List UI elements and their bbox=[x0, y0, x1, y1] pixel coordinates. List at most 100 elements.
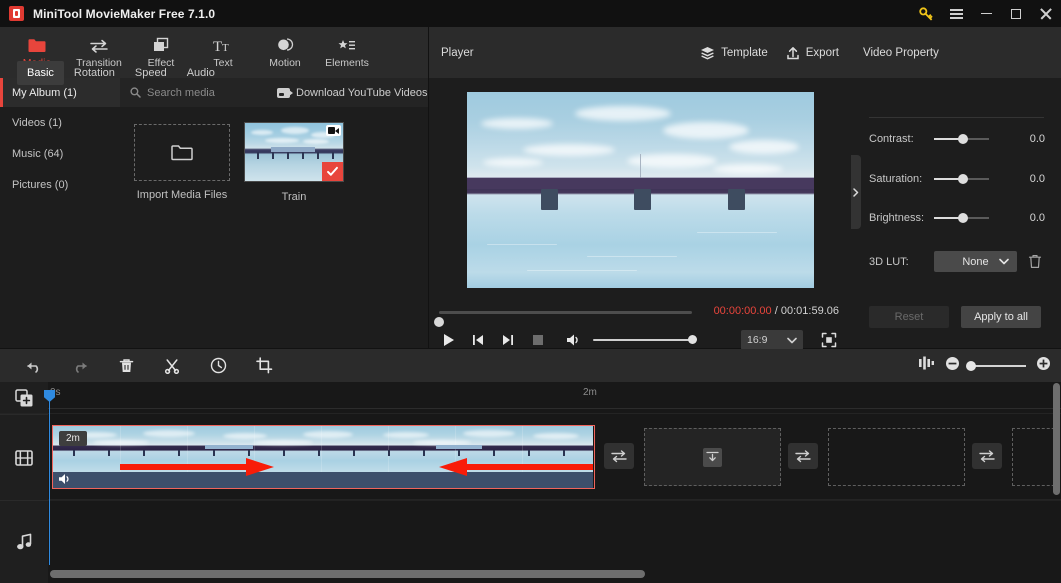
video-property-buttons: Reset Apply to all bbox=[869, 306, 1041, 328]
speed-button[interactable] bbox=[196, 349, 240, 382]
trash-icon bbox=[119, 358, 133, 372]
download-youtube-label: Download YouTube Videos bbox=[296, 86, 428, 99]
timeline-vertical-scrollbar[interactable] bbox=[1053, 383, 1060, 495]
zoom-slider-knob[interactable] bbox=[966, 360, 976, 371]
volume-button[interactable] bbox=[561, 329, 587, 351]
search-input[interactable]: Search media bbox=[130, 87, 215, 99]
svg-text:T: T bbox=[222, 42, 229, 53]
undo-arrow-icon bbox=[27, 362, 39, 373]
volume-knob[interactable] bbox=[688, 335, 697, 345]
progress-knob[interactable] bbox=[434, 317, 444, 327]
sidebar-item-videos[interactable]: Videos (1) bbox=[0, 107, 120, 138]
sidebar-item-pictures[interactable]: Pictures (0) bbox=[0, 169, 120, 200]
fit-timeline-icon[interactable] bbox=[918, 356, 935, 375]
apply-to-all-button[interactable]: Apply to all bbox=[961, 306, 1041, 328]
slot-empty-1[interactable] bbox=[828, 428, 965, 486]
elements-star-list-icon bbox=[337, 36, 357, 53]
time-display: 00:00:00.00 / 00:01:59.06 bbox=[714, 305, 839, 317]
next-frame-button[interactable] bbox=[495, 329, 521, 351]
minimize-icon[interactable] bbox=[971, 0, 1001, 27]
saturation-slider-knob[interactable] bbox=[958, 174, 968, 184]
tab-label: Rotation bbox=[73, 67, 115, 79]
text-tt-icon: TT bbox=[213, 36, 233, 53]
media-item-train[interactable] bbox=[244, 122, 344, 182]
template-button[interactable]: Template bbox=[700, 46, 768, 60]
playhead[interactable] bbox=[44, 390, 55, 565]
tab-label: Basic bbox=[27, 67, 54, 79]
split-button[interactable] bbox=[150, 349, 194, 382]
timeline-horizontal-scrollbar[interactable] bbox=[48, 570, 1061, 578]
tab-label: Speed bbox=[134, 67, 167, 79]
reset-button[interactable]: Reset bbox=[869, 306, 949, 328]
music-note-icon bbox=[16, 533, 31, 550]
ribbon-item-motion[interactable]: Motion bbox=[254, 29, 316, 77]
timeline-ruler[interactable]: 0s 2m bbox=[48, 382, 1061, 408]
stop-button[interactable] bbox=[525, 329, 551, 351]
slot-download[interactable] bbox=[644, 428, 781, 486]
player-progress[interactable]: 00:00:00.00 / 00:01:59.06 bbox=[429, 301, 851, 327]
audio-track-button[interactable] bbox=[0, 500, 48, 583]
key-icon[interactable] bbox=[911, 0, 941, 27]
media-grid: Import Media Files Train bbox=[120, 107, 428, 348]
previous-frame-button[interactable] bbox=[465, 329, 491, 351]
thumbnail-train bbox=[271, 147, 315, 152]
property-divider bbox=[869, 117, 1044, 118]
aspect-ratio-select[interactable]: 16:9 bbox=[741, 330, 803, 350]
add-media-icon bbox=[14, 388, 32, 406]
video-property-title: Video Property bbox=[863, 46, 939, 59]
contrast-slider-knob[interactable] bbox=[958, 134, 968, 144]
audio-track[interactable] bbox=[48, 500, 1061, 565]
album-tab-label: My Album (1) bbox=[12, 86, 77, 99]
lut-delete-button[interactable] bbox=[1027, 254, 1043, 270]
zoom-out-icon bbox=[946, 356, 959, 370]
crop-button[interactable] bbox=[242, 349, 286, 382]
undo-button[interactable] bbox=[12, 349, 56, 382]
album-list: Videos (1) Music (64) Pictures (0) bbox=[0, 107, 120, 348]
tab-basic[interactable]: Basic bbox=[17, 61, 64, 85]
ribbon-item-elements[interactable]: Elements bbox=[316, 29, 378, 77]
player-title: Player bbox=[441, 46, 474, 59]
brightness-slider[interactable] bbox=[934, 213, 989, 223]
contrast-value: 0.0 bbox=[1029, 133, 1045, 145]
hamburger-menu-icon[interactable] bbox=[941, 0, 971, 27]
download-youtube-button[interactable]: Download YouTube Videos bbox=[277, 87, 428, 99]
sidebar-item-music[interactable]: Music (64) bbox=[0, 138, 120, 169]
tab-audio[interactable]: Audio bbox=[177, 61, 225, 85]
transition-button-2[interactable] bbox=[788, 443, 818, 469]
previous-frame-icon bbox=[473, 335, 483, 345]
zoom-out-button[interactable] bbox=[945, 356, 960, 376]
delete-button[interactable] bbox=[104, 349, 148, 382]
contrast-slider[interactable] bbox=[934, 134, 989, 144]
add-media-track-button[interactable] bbox=[0, 382, 48, 414]
panel-collapse-handle[interactable] bbox=[851, 155, 861, 229]
video-stage[interactable] bbox=[429, 78, 851, 301]
bridge-deck bbox=[466, 177, 814, 189]
lut-select[interactable]: None bbox=[934, 251, 1017, 272]
contrast-label: Contrast: bbox=[869, 133, 914, 145]
transition-button-3[interactable] bbox=[972, 443, 1002, 469]
check-icon[interactable] bbox=[322, 162, 343, 181]
zoom-slider[interactable] bbox=[966, 360, 1026, 371]
speaker-icon[interactable] bbox=[58, 472, 72, 488]
fullscreen-button[interactable] bbox=[821, 332, 837, 348]
progress-track[interactable] bbox=[434, 311, 692, 327]
layers-icon bbox=[701, 46, 715, 60]
saturation-slider[interactable] bbox=[934, 174, 989, 184]
clip-duration-badge: 2m bbox=[59, 431, 87, 446]
scrollbar-thumb[interactable] bbox=[50, 570, 645, 578]
maximize-icon[interactable] bbox=[1001, 0, 1031, 27]
close-icon[interactable] bbox=[1031, 0, 1061, 27]
play-button[interactable] bbox=[435, 329, 461, 351]
volume-slider[interactable] bbox=[593, 335, 697, 345]
redo-button[interactable] bbox=[58, 349, 102, 382]
zoom-in-button[interactable] bbox=[1036, 356, 1051, 376]
tab-speed[interactable]: Speed bbox=[125, 61, 177, 85]
import-media-tile[interactable] bbox=[134, 124, 230, 181]
brightness-slider-knob[interactable] bbox=[958, 213, 968, 223]
transition-button-1[interactable] bbox=[604, 443, 634, 469]
brightness-slider-row: Brightness: 0.0 bbox=[869, 208, 1049, 228]
export-button[interactable]: Export bbox=[786, 46, 839, 60]
video-track-button[interactable] bbox=[0, 414, 48, 500]
aspect-ratio-value: 16:9 bbox=[747, 334, 768, 346]
tab-rotation[interactable]: Rotation bbox=[64, 61, 125, 85]
